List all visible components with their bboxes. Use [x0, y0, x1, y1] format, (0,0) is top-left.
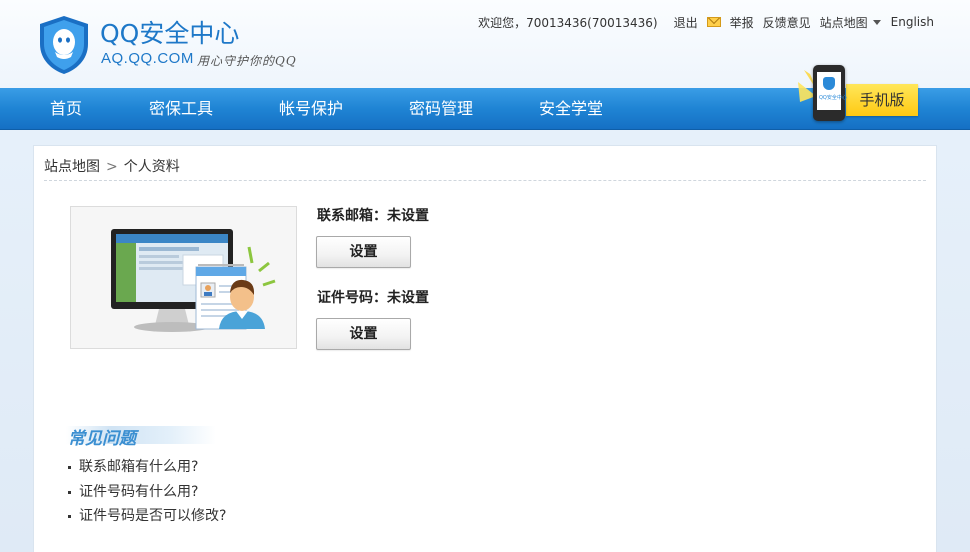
phone-screen-text: QQ安全中心	[819, 95, 847, 101]
faq-item-text[interactable]: 联系邮箱有什么用?	[79, 459, 198, 475]
faq-item-id-modifiable[interactable]: 证件号码是否可以修改?	[68, 505, 226, 525]
bullet-icon	[68, 465, 71, 469]
divider	[44, 180, 926, 181]
breadcrumb: 站点地图 > 个人资料	[44, 156, 180, 176]
faq-heading: 常见问题	[66, 422, 216, 449]
english-link[interactable]: English	[891, 15, 934, 29]
brand-slogan: 用心守护你的QQ	[197, 54, 297, 68]
report-link[interactable]: 举报	[730, 14, 754, 31]
caret-down-icon[interactable]	[872, 19, 881, 25]
sitemap-menu[interactable]: 站点地图	[820, 14, 868, 31]
email-status-label: 联系邮箱：未设置	[317, 208, 429, 224]
qq-shield-icon[interactable]	[36, 14, 92, 76]
profile-illustration	[70, 206, 297, 349]
faq-item-text[interactable]: 证件号码有什么用?	[79, 484, 198, 500]
brand-domain: AQ.QQ.COM	[101, 50, 194, 67]
nav-security-academy[interactable]: 安全学堂	[539, 88, 603, 130]
brand-name[interactable]: QQ安全中心	[100, 14, 239, 50]
faq-item-text[interactable]: 证件号码是否可以修改?	[79, 508, 226, 524]
breadcrumb-sitemap-link[interactable]: 站点地图	[44, 159, 100, 175]
computer-profile-icon	[71, 207, 296, 348]
set-email-button[interactable]: 设置	[316, 236, 411, 268]
welcome-text: 欢迎您，70013436(70013436)	[478, 15, 658, 30]
phone-icon[interactable]: QQ安全中心	[813, 65, 847, 121]
nav-account-protection[interactable]: 帐号保护	[279, 88, 343, 130]
feedback-link[interactable]: 反馈意见	[763, 14, 811, 31]
content-panel: 站点地图 > 个人资料 联系邮箱：未设置 设置 证件号码：未设置 设置 常见问题…	[33, 145, 937, 552]
phone-shield-icon	[823, 77, 835, 90]
breadcrumb-separator: >	[106, 159, 118, 175]
id-number-status-label: 证件号码：未设置	[317, 290, 429, 306]
mobile-version-button[interactable]: 手机版	[846, 84, 918, 116]
faq-title: 常见问题	[68, 429, 136, 449]
phone-screen: QQ安全中心	[817, 72, 847, 110]
logout-link[interactable]: 退出	[674, 14, 698, 31]
bullet-icon	[68, 514, 71, 518]
nav-security-tools[interactable]: 密保工具	[149, 88, 213, 130]
top-links: 欢迎您，70013436(70013436) 退出 举报 反馈意见 站点地图 E…	[478, 13, 934, 31]
nav-home[interactable]: 首页	[50, 88, 82, 130]
breadcrumb-current: 个人资料	[123, 159, 180, 175]
bullet-icon	[68, 490, 71, 494]
faq-item-email-purpose[interactable]: 联系邮箱有什么用?	[68, 456, 198, 476]
faq-item-id-purpose[interactable]: 证件号码有什么用?	[68, 481, 198, 501]
set-id-number-button[interactable]: 设置	[316, 318, 411, 350]
nav-password-management[interactable]: 密码管理	[409, 88, 473, 130]
mail-icon[interactable]	[706, 17, 721, 27]
